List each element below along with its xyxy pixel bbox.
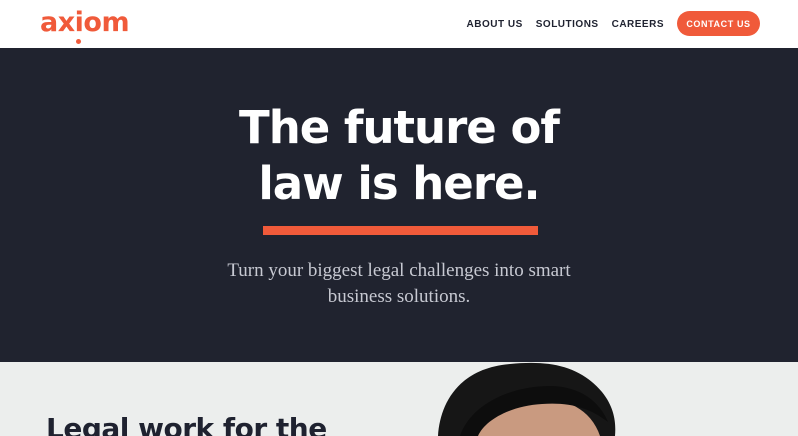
main-nav: ABOUT US SOLUTIONS CAREERS <box>467 0 664 48</box>
hero-title-underline <box>263 226 538 235</box>
section-heading: Legal work for the <box>46 412 327 436</box>
logo-dot <box>76 39 81 44</box>
hero-title-line-1: The future of <box>239 101 560 154</box>
contact-us-button[interactable]: CONTACT US <box>677 11 760 36</box>
top-navbar: axiom ABOUT US SOLUTIONS CAREERS CONTACT… <box>0 0 798 48</box>
person-portrait-image <box>438 362 616 436</box>
nav-link-solutions[interactable]: SOLUTIONS <box>536 19 599 30</box>
legal-work-section: Legal work for the <box>0 362 798 436</box>
hero-title-line-2: law is here. <box>258 157 540 210</box>
nav-link-about-us[interactable]: ABOUT US <box>467 19 523 30</box>
hero-section: The future of law is here. Turn your big… <box>0 48 798 362</box>
axiom-logo[interactable]: axiom <box>40 6 130 44</box>
nav-link-careers[interactable]: CAREERS <box>612 19 664 30</box>
hero-title: The future of law is here. <box>0 100 798 212</box>
logo-text: axiom <box>40 7 130 38</box>
hero-subtitle: Turn your biggest legal challenges into … <box>227 260 571 307</box>
